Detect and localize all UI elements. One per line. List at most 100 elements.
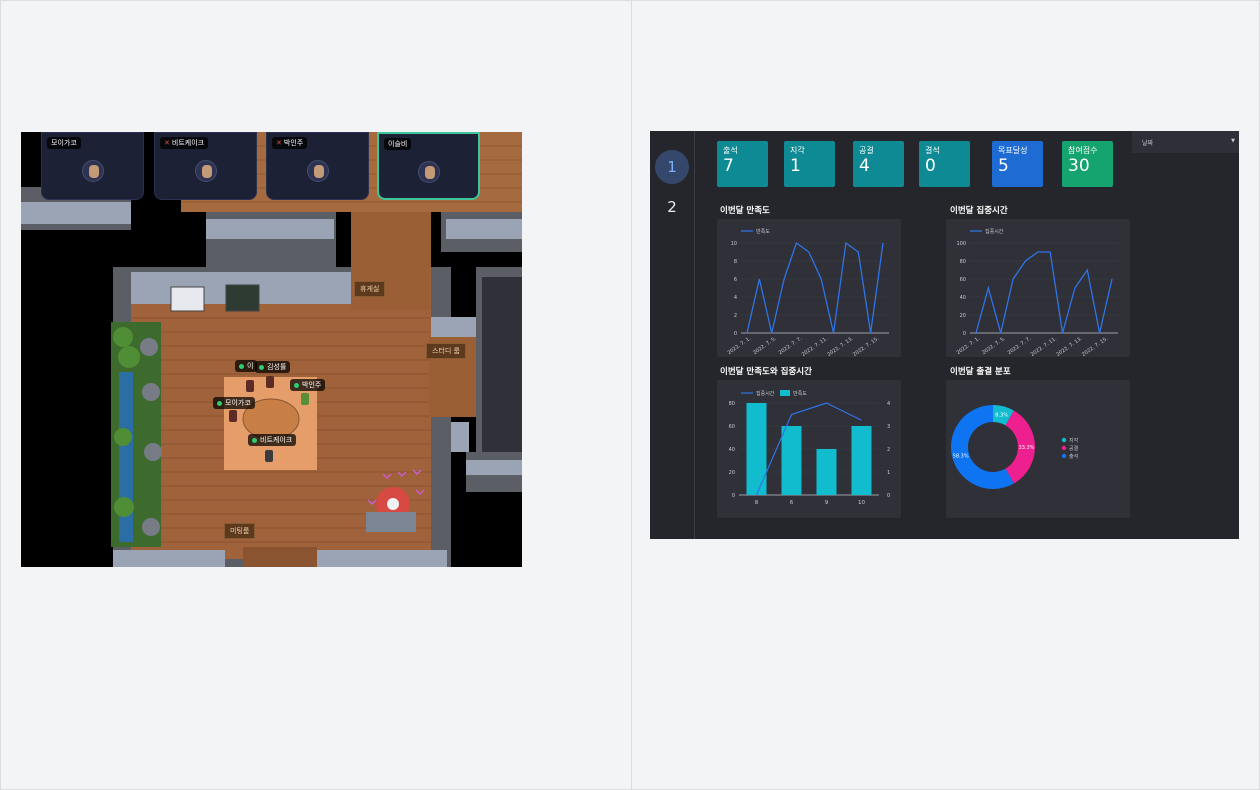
y-tick-label: 40 bbox=[960, 295, 966, 301]
series-line bbox=[975, 251, 1113, 334]
y-right-tick-label: 1 bbox=[887, 470, 890, 476]
legend-swatch bbox=[780, 390, 790, 396]
y-tick-label: 10 bbox=[731, 241, 737, 247]
series-line bbox=[746, 241, 884, 334]
legend-label: 집중시간 bbox=[756, 390, 775, 397]
left-panel: 모이가코 ✕ 비트케이크 ✕ 박인주 이슬비 휴게실 스터디 룸 미팅룸 이 김성률… bbox=[0, 0, 632, 790]
kpi-excused: 공결 4 bbox=[853, 141, 904, 187]
satisfaction-chart-title: 이번달 만족도 bbox=[720, 206, 770, 216]
video-tile-name: 이슬비 bbox=[384, 138, 412, 150]
x-tick-label: 8 bbox=[755, 500, 759, 506]
bar bbox=[781, 426, 802, 495]
legend-label: 공결 bbox=[1069, 445, 1079, 452]
bar bbox=[816, 449, 837, 495]
avatar bbox=[81, 160, 104, 182]
room-sign-meeting: 미팅룸 bbox=[224, 523, 256, 539]
page-2-button[interactable]: 2 bbox=[655, 190, 689, 224]
satisfaction-chart: 0 2 4 6 8 10 만족도 2022. 7. 1. 2022. 7. 5. 2022. 7.… bbox=[717, 219, 901, 357]
legend-label: 출석 bbox=[1069, 453, 1078, 460]
page-nav: 1 2 bbox=[650, 131, 695, 539]
x-tick-label: 9 bbox=[825, 500, 829, 506]
room-sign-lounge: 휴게실 bbox=[354, 281, 386, 297]
video-tile-1[interactable]: 모이가코 bbox=[41, 132, 144, 200]
player-tag[interactable]: 비트케이크 bbox=[248, 434, 297, 446]
combo-chart: 0 20 40 60 80 0 1 2 3 4 8 6 9 10 집중시간 만족도 bbox=[717, 380, 901, 518]
y-left-tick-label: 40 bbox=[729, 447, 735, 453]
x-tick-label: 2022. 7. 1. bbox=[727, 335, 753, 356]
x-tick-label: 2022. 7. 13. bbox=[826, 335, 855, 357]
mic-off-icon: ✕ bbox=[276, 139, 282, 147]
y-tick-label: 60 bbox=[960, 277, 966, 283]
avatar bbox=[306, 160, 329, 182]
x-tick-label: 2022. 7. 13. bbox=[1055, 335, 1084, 357]
kpi-late: 지각 1 bbox=[784, 141, 835, 187]
y-left-tick-label: 0 bbox=[732, 493, 735, 499]
focus-chart-title: 이번달 집중시간 bbox=[950, 206, 1008, 216]
mic-off-icon: ✕ bbox=[164, 139, 170, 147]
video-tile-name: ✕ 비트케이크 bbox=[160, 137, 209, 149]
y-tick-label: 8 bbox=[734, 259, 737, 265]
x-tick-label: 6 bbox=[790, 500, 794, 506]
video-tile-3[interactable]: ✕ 박인주 bbox=[266, 132, 369, 200]
x-tick-label: 2022. 7. 1. bbox=[956, 335, 982, 356]
legend-swatch bbox=[1061, 453, 1067, 459]
x-tick-label: 2022. 7. 15. bbox=[1081, 335, 1110, 357]
y-tick-label: 2 bbox=[734, 313, 737, 319]
kpi-attendance: 출석 7 bbox=[717, 141, 768, 187]
legend-label: 지각 bbox=[1069, 437, 1079, 444]
y-left-tick-label: 80 bbox=[729, 401, 735, 407]
chart-svg: 0 20 40 60 80 0 1 2 3 4 8 6 9 10 집중시간 만족도 bbox=[729, 390, 890, 506]
x-tick-label: 2022. 7. 5. bbox=[752, 335, 778, 356]
avatar bbox=[417, 161, 440, 183]
legend-swatch bbox=[1061, 437, 1067, 443]
y-right-tick-label: 2 bbox=[887, 447, 890, 453]
focus-chart: 0 20 40 60 80 100 집중시간 2022. 7. 1. 2022. 7. 5. 20… bbox=[946, 219, 1130, 357]
x-tick-label: 10 bbox=[858, 500, 865, 506]
kpi-goal: 목표달성 5 bbox=[992, 141, 1043, 187]
video-tile-2[interactable]: ✕ 비트케이크 bbox=[154, 132, 257, 200]
player-tag[interactable]: 박인주 bbox=[290, 379, 326, 391]
y-left-tick-label: 60 bbox=[729, 424, 735, 430]
dashboard: 1 2 날짜 ▼ 출석 7 지각 1 공결 4 결석 0 목표달성 5 참여점수 30 이번… bbox=[650, 131, 1239, 539]
attendance-chart-title: 이번달 출결 분포 bbox=[950, 367, 1011, 377]
y-tick-label: 6 bbox=[734, 277, 737, 283]
chevron-down-icon: ▼ bbox=[1231, 138, 1235, 144]
x-tick-label: 2022. 7. 11. bbox=[1030, 335, 1059, 357]
legend-label: 만족도 bbox=[756, 228, 770, 235]
x-tick-label: 2022. 7. 15. bbox=[852, 335, 881, 357]
legend-swatch bbox=[1061, 445, 1067, 451]
y-right-tick-label: 3 bbox=[887, 424, 890, 430]
attendance-chart: 8.3% 33.3% 58.3% 지각 공결 출석 bbox=[946, 380, 1130, 518]
slice-label: 58.3% bbox=[953, 454, 969, 460]
kpi-absent: 결석 0 bbox=[919, 141, 970, 187]
video-tile-name: ✕ 박인주 bbox=[272, 137, 308, 149]
avatar bbox=[194, 160, 217, 182]
bar bbox=[851, 426, 872, 495]
y-tick-label: 80 bbox=[960, 259, 966, 265]
y-tick-label: 0 bbox=[734, 331, 737, 337]
kpi-score: 참여점수 30 bbox=[1062, 141, 1113, 187]
video-tile-name: 모이가코 bbox=[47, 137, 81, 149]
combo-chart-title: 이번달 만족도와 집중시간 bbox=[720, 367, 812, 377]
x-tick-label: 2022. 7. 5. bbox=[981, 335, 1007, 356]
y-right-tick-label: 4 bbox=[887, 401, 890, 407]
game-viewport[interactable]: 모이가코 ✕ 비트케이크 ✕ 박인주 이슬비 휴게실 스터디 룸 미팅룸 이 김성률… bbox=[21, 132, 522, 567]
date-filter-dropdown[interactable]: 날짜 ▼ bbox=[1132, 131, 1239, 153]
y-left-tick-label: 20 bbox=[729, 470, 735, 476]
player-tag[interactable]: 김성률 bbox=[255, 361, 291, 373]
y-tick-label: 20 bbox=[960, 313, 966, 319]
slice-label: 33.3% bbox=[1019, 445, 1035, 451]
slice-label: 8.3% bbox=[995, 413, 1008, 419]
chart-svg: 0 20 40 60 80 100 집중시간 2022. 7. 1. 2022. 7. 5. 20… bbox=[956, 228, 1118, 357]
y-tick-label: 0 bbox=[963, 331, 966, 337]
date-filter-label: 날짜 bbox=[1142, 140, 1154, 147]
video-tile-4[interactable]: 이슬비 bbox=[377, 132, 480, 200]
chart-svg: 0 2 4 6 8 10 만족도 2022. 7. 1. 2022. 7. 5. 2022. 7.… bbox=[727, 228, 889, 357]
legend-label: 집중시간 bbox=[985, 228, 1004, 235]
page-1-button[interactable]: 1 bbox=[655, 150, 689, 184]
legend-label: 만족도 bbox=[793, 390, 807, 397]
x-tick-label: 2022. 7. 11. bbox=[801, 335, 830, 357]
y-tick-label: 4 bbox=[734, 295, 737, 301]
room-sign-study: 스터디 룸 bbox=[426, 343, 466, 359]
player-tag[interactable]: 모이가코 bbox=[213, 397, 255, 409]
